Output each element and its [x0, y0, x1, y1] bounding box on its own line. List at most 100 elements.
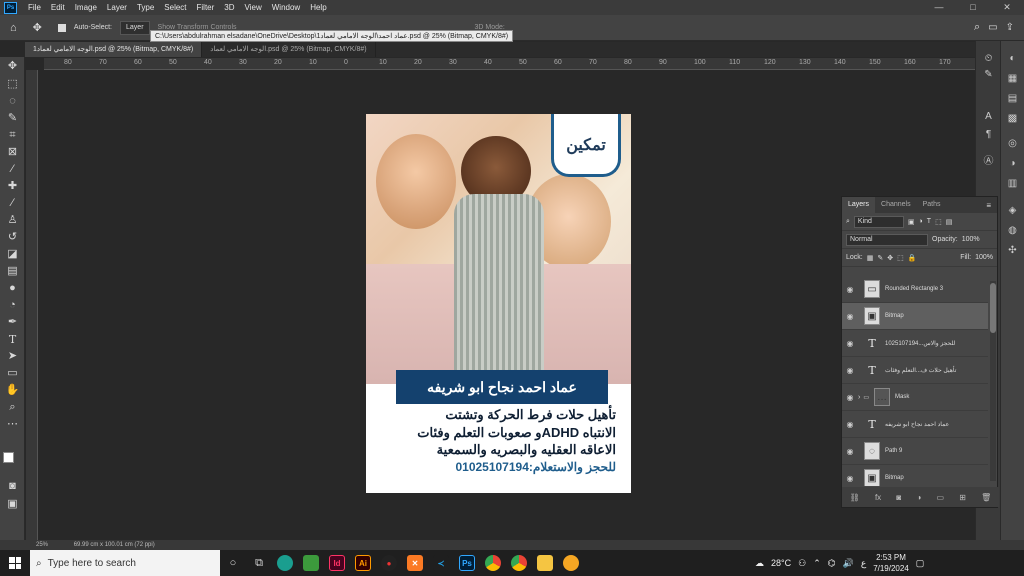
eye-icon[interactable]: ◉ — [842, 312, 858, 321]
layer-row[interactable]: ◉ T تأهيل حلات ف...التعلم وفئات — [842, 357, 988, 384]
zoom-tool-icon[interactable]: ⌕ — [4, 400, 21, 415]
layers-scrollbar[interactable] — [990, 281, 996, 481]
history-icon[interactable]: ⏲ — [981, 51, 996, 66]
tab-document-1[interactable]: الوجه الامامي لعماد1.psd @ 25% (Bitmap, … — [25, 42, 203, 57]
chrome-profile-icon[interactable] — [506, 550, 532, 576]
tab-paths[interactable]: Paths — [917, 197, 947, 213]
path-select-icon[interactable]: ➤ — [4, 349, 21, 364]
tab-layers[interactable]: Layers — [842, 197, 876, 213]
swatches-icon[interactable]: ▦ — [1005, 71, 1020, 86]
zoom-level[interactable]: 25% — [36, 542, 48, 548]
chrome-app-icon[interactable] — [558, 550, 584, 576]
checkbox-icon[interactable] — [57, 23, 66, 32]
vertical-ruler[interactable] — [26, 70, 38, 540]
frame-tool-icon[interactable]: ⊠ — [4, 145, 21, 160]
menu-filter[interactable]: Filter — [192, 3, 220, 12]
tab-channels[interactable]: Channels — [875, 197, 917, 213]
fx-icon[interactable]: fx — [875, 493, 881, 502]
fill-value[interactable]: 100% — [975, 254, 993, 261]
quick-mask-icon[interactable]: ◙ — [4, 479, 21, 494]
eye-icon[interactable]: ◉ — [842, 474, 858, 483]
color-icon[interactable]: ◐ — [1005, 51, 1020, 66]
eye-icon[interactable]: ◉ — [842, 447, 858, 456]
horizontal-ruler[interactable]: 80 70 60 50 40 30 20 10 0 10 20 30 40 50 60 70 80 90 100 11… — [44, 58, 975, 70]
layer-row[interactable]: ◉ T عماد احمد نجاح ابو شريفه — [842, 411, 988, 438]
search-icon[interactable]: ⌕ — [974, 21, 980, 34]
pen-tool-icon[interactable]: ✒ — [4, 315, 21, 330]
layer-row[interactable]: ◉ › ▭ … Mask — [842, 384, 988, 411]
app-hex-icon[interactable] — [298, 550, 324, 576]
close-button[interactable]: ✕ — [990, 0, 1024, 15]
layer-row[interactable]: ◉ ◌ Path 9 — [842, 438, 988, 465]
network-icon[interactable]: ⌬ — [828, 558, 836, 569]
libraries-icon[interactable]: ▥ — [1005, 176, 1020, 191]
menu-file[interactable]: File — [23, 3, 46, 12]
quick-select-tool-icon[interactable]: ✎ — [4, 111, 21, 126]
gradients-icon[interactable]: ▤ — [1005, 91, 1020, 106]
cortana-icon[interactable]: ○ — [220, 550, 246, 576]
scroll-thumb[interactable] — [990, 283, 996, 333]
crop-tool-icon[interactable]: ⌗ — [4, 128, 21, 143]
panel-menu-icon[interactable]: ≡ — [986, 201, 991, 210]
menu-help[interactable]: Help — [305, 3, 331, 12]
document-size[interactable]: 69.99 cm x 100.01 cm (72 ppi) — [74, 542, 155, 548]
foreground-color-swatch[interactable] — [3, 452, 14, 463]
document-canvas[interactable]: تمكين عماد احمد نجاح ابو شريفه تأهيل حلا… — [366, 114, 631, 493]
new-layer-icon[interactable]: ⊞ — [959, 493, 966, 502]
menu-edit[interactable]: Edit — [46, 3, 70, 12]
indesign-icon[interactable]: Id — [324, 550, 350, 576]
brush-settings-icon[interactable]: ✎ — [981, 67, 996, 82]
photoshop-app-icon[interactable]: Ps — [4, 1, 17, 14]
people-icon[interactable]: ⚇ — [798, 558, 806, 569]
paragraph-icon[interactable]: ¶ — [981, 127, 996, 142]
more-tools-icon[interactable]: ⋯ — [4, 417, 21, 432]
menu-type[interactable]: Type — [132, 3, 159, 12]
marquee-tool-icon[interactable]: ⬚ — [4, 77, 21, 92]
eraser-tool-icon[interactable]: ◪ — [4, 247, 21, 262]
photoshop-taskbar-icon[interactable]: Ps — [454, 550, 480, 576]
type-tool-icon[interactable]: T — [4, 332, 21, 347]
xampp-icon[interactable]: ✕ — [402, 550, 428, 576]
lock-all-icon[interactable]: 🔒 — [908, 254, 917, 262]
task-view-icon[interactable]: ⧉ — [246, 550, 272, 576]
eye-icon[interactable]: ◉ — [842, 420, 858, 429]
layers-icon[interactable]: ◈ — [1005, 203, 1020, 218]
lock-pixels-icon[interactable]: ▦ — [867, 254, 874, 262]
brush-tool-icon[interactable]: ∕ — [4, 196, 21, 211]
eye-icon[interactable]: ◉ — [842, 393, 858, 402]
layer-row[interactable]: ◉ ▣ Bitmap — [842, 465, 988, 486]
history-brush-icon[interactable]: ↺ — [4, 230, 21, 245]
filter-type-icon[interactable]: T — [927, 218, 931, 225]
menu-window[interactable]: Window — [267, 3, 305, 12]
healing-brush-icon[interactable]: ✚ — [4, 179, 21, 194]
menu-select[interactable]: Select — [159, 3, 191, 12]
auto-select-dropdown[interactable]: Layer — [120, 20, 150, 35]
move-tool-icon[interactable]: ✥ — [33, 21, 42, 34]
weather-icon[interactable]: ☁ — [755, 558, 764, 569]
layer-row[interactable]: ◉ ▣ Bitmap — [842, 303, 988, 330]
weather-temp[interactable]: 28°C — [771, 558, 791, 568]
clock[interactable]: 2:53 PM 7/19/2024 — [873, 552, 909, 574]
tray-expand-icon[interactable]: ⌃ — [813, 558, 821, 569]
properties-icon[interactable]: ◎ — [1005, 136, 1020, 151]
filter-smart-icon[interactable]: ▤ — [946, 218, 953, 226]
menu-view[interactable]: View — [240, 3, 267, 12]
screen-mode-icon[interactable]: ▣ — [4, 497, 21, 512]
eye-icon[interactable]: ◉ — [842, 285, 858, 294]
chrome-icon[interactable] — [480, 550, 506, 576]
filter-kind-dropdown[interactable]: Kind — [853, 215, 904, 228]
lasso-tool-icon[interactable]: ◌ — [4, 94, 21, 109]
adjustment-layer-icon[interactable]: ◑ — [916, 493, 921, 502]
opacity-value[interactable]: 100% — [962, 236, 980, 243]
clone-stamp-icon[interactable]: ♙ — [4, 213, 21, 228]
gradient-tool-icon[interactable]: ▤ — [4, 264, 21, 279]
character-icon[interactable]: A — [981, 109, 996, 124]
trash-icon[interactable]: 🗑 — [981, 493, 991, 502]
move-tool-icon[interactable]: ✥ — [4, 59, 21, 74]
keyboard-language[interactable]: ع — [861, 558, 866, 569]
lock-paint-icon[interactable]: ✎ — [877, 254, 883, 262]
tab-document-2[interactable]: الوجه الامامي لعماد.psd @ 25% (Bitmap, C… — [202, 42, 376, 57]
dodge-tool-icon[interactable]: ◔ — [4, 298, 21, 313]
home-icon[interactable]: ⌂ — [10, 22, 17, 34]
eye-icon[interactable]: ◉ — [842, 339, 858, 348]
